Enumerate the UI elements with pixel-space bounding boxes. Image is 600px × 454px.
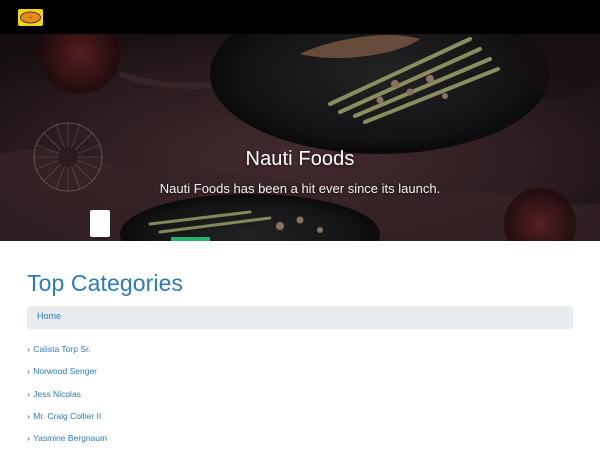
category-item[interactable]: › Yasmine Bergnaum	[27, 432, 107, 454]
hero-subtitle: Nauti Foods has been a hit ever since it…	[159, 181, 441, 196]
category-item-label[interactable]: Yasmine Bergnaum	[33, 433, 107, 443]
category-item[interactable]: › Calista Torp Sr.	[27, 343, 107, 365]
chevron-right-icon: ›	[27, 433, 30, 444]
breadcrumb: Home	[27, 306, 573, 329]
hero-card[interactable]	[90, 210, 110, 237]
chevron-right-icon: ›	[27, 344, 30, 354]
hero-title: Nauti Foods	[245, 148, 355, 170]
chevron-right-icon: ›	[27, 410, 30, 421]
hero-slide-indicator[interactable]	[171, 237, 210, 241]
chevron-right-icon: ›	[27, 388, 30, 399]
section-title: Top Categories	[27, 270, 184, 296]
category-item-label[interactable]: Norwood Senger	[33, 366, 97, 376]
category-item[interactable]: › Jess Nicolas	[27, 388, 107, 410]
category-item-label[interactable]: Calista Torp Sr.	[33, 344, 90, 354]
svg-text:~: ~	[29, 16, 33, 22]
breadcrumb-home-link[interactable]: Home	[37, 311, 61, 321]
hero-banner: Nauti Foods Nauti Foods has been a hit e…	[0, 34, 600, 241]
category-item-label[interactable]: Mr. Craig Collier II	[33, 411, 101, 421]
top-navbar: ~	[0, 0, 600, 34]
category-item[interactable]: › Mr. Craig Collier II	[27, 410, 107, 432]
category-item-label[interactable]: Jess Nicolas	[33, 389, 81, 399]
category-list: › Calista Torp Sr. › Norwood Senger › Je…	[27, 343, 107, 454]
brand-logo-icon[interactable]: ~	[18, 9, 43, 26]
category-item[interactable]: › Norwood Senger	[27, 365, 107, 387]
chevron-right-icon: ›	[27, 366, 30, 377]
